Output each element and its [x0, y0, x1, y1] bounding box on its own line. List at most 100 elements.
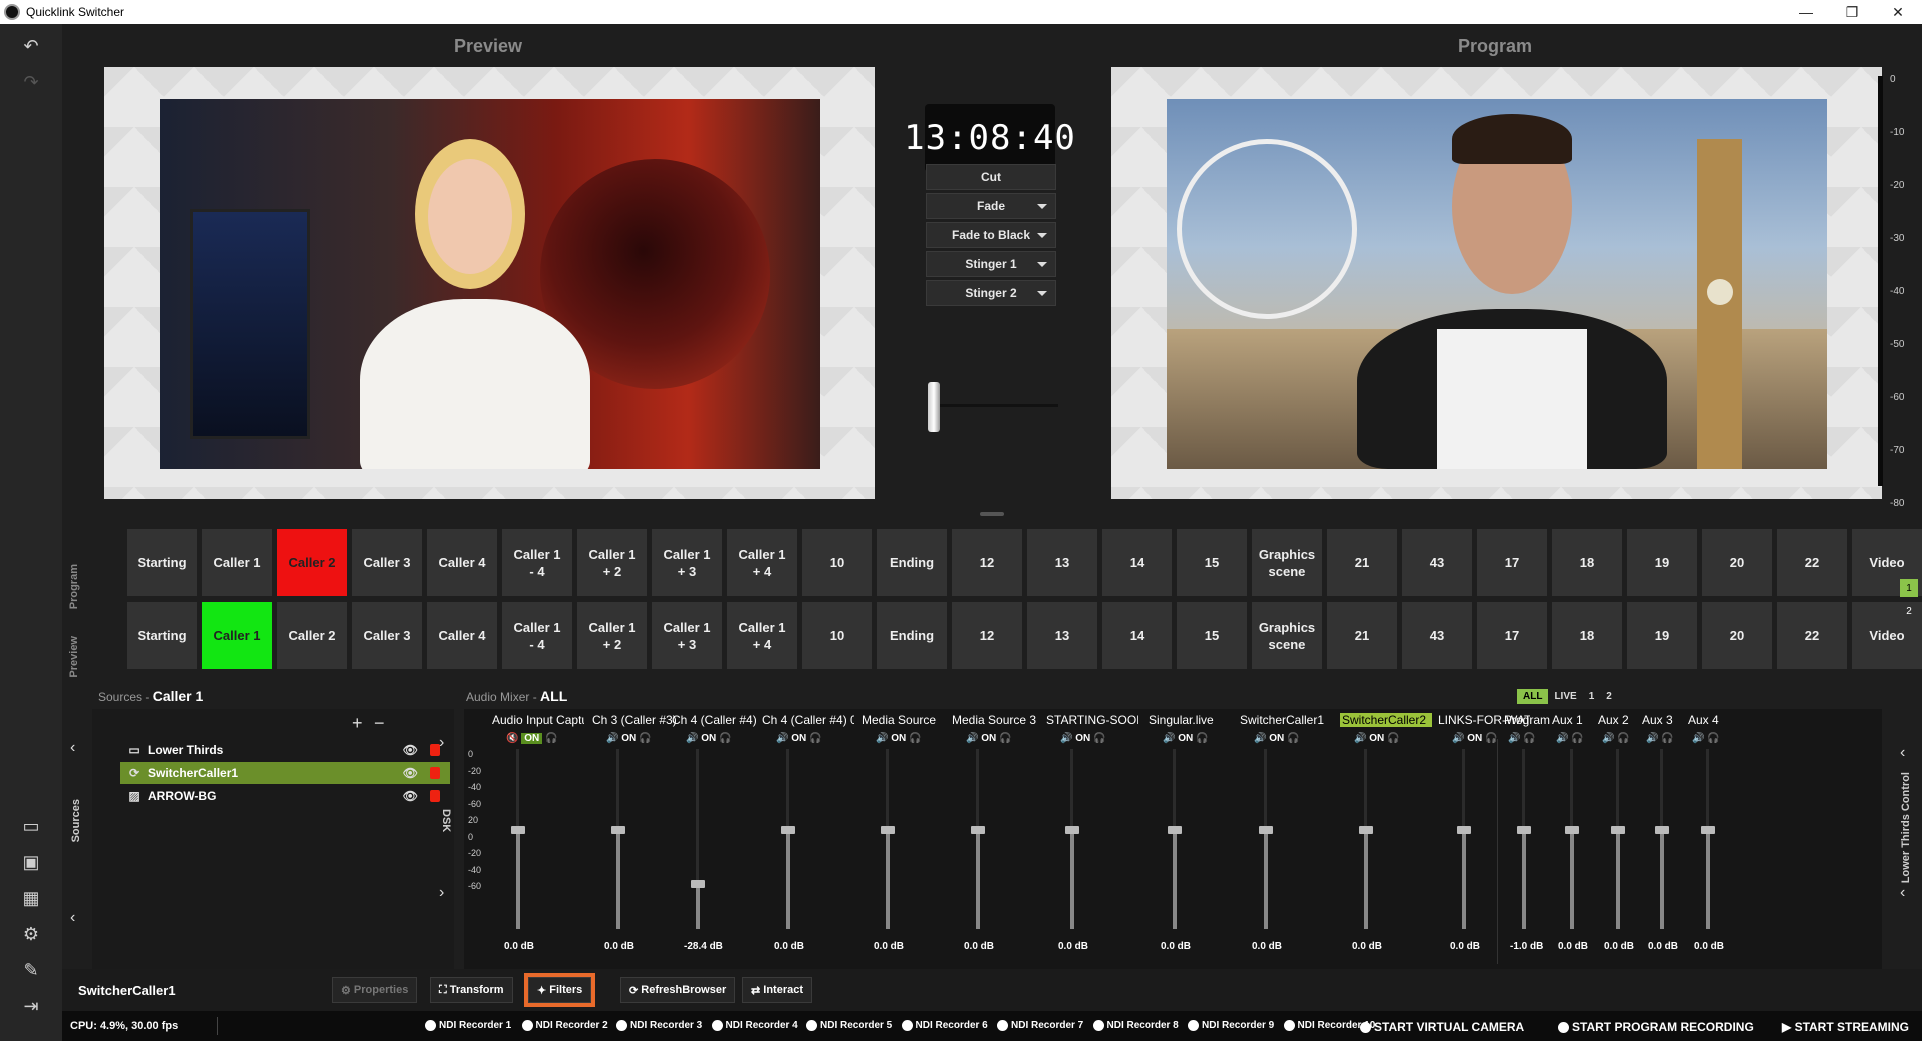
- program-scene-button[interactable]: 21: [1327, 529, 1397, 596]
- lock-icon[interactable]: [430, 767, 440, 779]
- speaker-icon[interactable]: 🔊: [776, 733, 791, 744]
- preview-scene-button[interactable]: 12: [952, 602, 1022, 669]
- mixer-tab-1[interactable]: 1: [1583, 689, 1601, 704]
- speaker-icon[interactable]: 🔊 🎧: [1602, 733, 1630, 744]
- chevron-down-icon[interactable]: [1037, 262, 1047, 267]
- page-2-button[interactable]: 2: [1900, 602, 1918, 620]
- preview-scene-button[interactable]: Starting: [127, 602, 197, 669]
- speaker-icon[interactable]: 🔊: [1060, 733, 1075, 744]
- channel-on-toggle[interactable]: ON: [791, 733, 806, 744]
- filters-button[interactable]: ✦ Filters: [523, 973, 596, 1007]
- channel-on-toggle[interactable]: ON: [1178, 733, 1193, 744]
- preview-scene-button[interactable]: 15: [1177, 602, 1247, 669]
- preview-scene-button[interactable]: Caller 1 + 3: [652, 602, 722, 669]
- headphone-icon[interactable]: 🎧: [636, 733, 651, 744]
- preview-scene-button[interactable]: 43: [1402, 602, 1472, 669]
- lock-icon[interactable]: [430, 790, 440, 802]
- mixer-tab-2[interactable]: 2: [1600, 689, 1618, 704]
- speaker-icon[interactable]: 🔊 🎧: [1692, 733, 1720, 744]
- channel-on-toggle[interactable]: ON: [701, 733, 716, 744]
- chevron-right-icon[interactable]: ›: [439, 734, 444, 752]
- preview-scene-button[interactable]: 14: [1102, 602, 1172, 669]
- program-scene-button[interactable]: 20: [1702, 529, 1772, 596]
- speaker-icon[interactable]: 🔊 🎧: [1646, 733, 1674, 744]
- headphone-icon[interactable]: 🎧: [906, 733, 921, 744]
- source-item[interactable]: ▨ ARROW-BG 👁: [120, 785, 450, 807]
- chevron-down-icon[interactable]: [1037, 204, 1047, 209]
- close-button[interactable]: ✕: [1875, 0, 1921, 24]
- add-source-icon[interactable]: +: [352, 713, 363, 734]
- fader-knob[interactable]: [1517, 826, 1531, 834]
- preview-scene-button[interactable]: Graphics scene: [1252, 602, 1322, 669]
- headphone-icon[interactable]: 🎧: [1482, 733, 1497, 744]
- remove-source-icon[interactable]: −: [374, 713, 385, 734]
- program-scene-button[interactable]: 12: [952, 529, 1022, 596]
- preview-scene-button[interactable]: 13: [1027, 602, 1097, 669]
- exit-icon[interactable]: ⇥: [19, 994, 43, 1018]
- channel-on-toggle[interactable]: ON: [891, 733, 906, 744]
- channel-on-toggle[interactable]: ON: [1369, 733, 1384, 744]
- start-streaming-button[interactable]: ▶ START STREAMING: [1782, 1020, 1909, 1034]
- fader-knob[interactable]: [1359, 826, 1373, 834]
- preview-scene-button[interactable]: Caller 2: [277, 602, 347, 669]
- program-scene-button[interactable]: Caller 1 + 2: [577, 529, 647, 596]
- program-scene-button[interactable]: 18: [1552, 529, 1622, 596]
- headphone-icon[interactable]: 🎧: [806, 733, 821, 744]
- fader-knob[interactable]: [1565, 826, 1579, 834]
- transition-4-button[interactable]: Stinger 2: [926, 280, 1056, 306]
- headphone-icon[interactable]: 🎧: [542, 733, 557, 744]
- headphone-icon[interactable]: 🎧: [1384, 733, 1399, 744]
- headphone-icon[interactable]: 🎧: [996, 733, 1011, 744]
- preview-scene-button[interactable]: Caller 1: [202, 602, 272, 669]
- fader-knob[interactable]: [691, 880, 705, 888]
- t-bar-handle[interactable]: [928, 382, 940, 432]
- fader-knob[interactable]: [1701, 826, 1715, 834]
- channel-on-toggle[interactable]: ON: [1467, 733, 1482, 744]
- monitor-icon[interactable]: ▭: [19, 814, 43, 838]
- fader-knob[interactable]: [611, 826, 625, 834]
- visibility-eye-icon[interactable]: 👁: [403, 743, 418, 757]
- ndi-recorder-button[interactable]: NDI Recorder 9: [1188, 1020, 1274, 1031]
- fader-knob[interactable]: [1168, 826, 1182, 834]
- mixer-tab-all[interactable]: ALL: [1517, 689, 1549, 704]
- preview-scene-button[interactable]: 20: [1702, 602, 1772, 669]
- program-scene-button[interactable]: Caller 1 + 3: [652, 529, 722, 596]
- program-scene-button[interactable]: Caller 2: [277, 529, 347, 596]
- speaker-icon[interactable]: 🔊: [606, 733, 621, 744]
- speaker-icon[interactable]: 🔊: [1354, 733, 1369, 744]
- speaker-icon[interactable]: 🔊: [686, 733, 701, 744]
- fader-knob[interactable]: [1065, 826, 1079, 834]
- program-scene-button[interactable]: Caller 4: [427, 529, 497, 596]
- transform-button[interactable]: ⛶ Transform: [430, 977, 513, 1003]
- program-scene-button[interactable]: 19: [1627, 529, 1697, 596]
- fader-knob[interactable]: [881, 826, 895, 834]
- headphone-icon[interactable]: 🎧: [1090, 733, 1105, 744]
- preview-scene-button[interactable]: 17: [1477, 602, 1547, 669]
- preview-scene-button[interactable]: Caller 1 + 2: [577, 602, 647, 669]
- program-scene-button[interactable]: 10: [802, 529, 872, 596]
- program-scene-button[interactable]: Starting: [127, 529, 197, 596]
- refresh-browser-button[interactable]: ⟳ RefreshBrowser: [620, 977, 736, 1003]
- start-virtual-camera-button[interactable]: START VIRTUAL CAMERA: [1360, 1020, 1524, 1034]
- properties-button[interactable]: ⚙ Properties: [332, 977, 418, 1003]
- ndi-recorder-button[interactable]: NDI Recorder 6: [901, 1020, 988, 1031]
- source-item[interactable]: ⟳ SwitcherCaller1 👁: [120, 762, 450, 784]
- preview-scene-button[interactable]: Caller 4: [427, 602, 497, 669]
- program-scene-button[interactable]: Caller 1 - 4: [502, 529, 572, 596]
- preview-scene-button[interactable]: Caller 3: [352, 602, 422, 669]
- speaker-icon[interactable]: 🔇: [506, 733, 521, 744]
- start-program-recording-button[interactable]: START PROGRAM RECORDING: [1558, 1020, 1754, 1034]
- split-handle[interactable]: [980, 512, 1004, 516]
- program-scene-button[interactable]: 14: [1102, 529, 1172, 596]
- program-scene-button[interactable]: Caller 1: [202, 529, 272, 596]
- headphone-icon[interactable]: 🎧: [716, 733, 731, 744]
- preview-scene-button[interactable]: Ending: [877, 602, 947, 669]
- transition-0-button[interactable]: Cut: [926, 164, 1056, 190]
- preview-monitor[interactable]: [104, 67, 875, 499]
- fader-knob[interactable]: [971, 826, 985, 834]
- program-scene-button[interactable]: 43: [1402, 529, 1472, 596]
- speaker-icon[interactable]: 🔊 🎧: [1508, 733, 1536, 744]
- program-monitor[interactable]: [1111, 67, 1882, 499]
- visibility-eye-icon[interactable]: 👁: [403, 766, 418, 780]
- transition-1-button[interactable]: Fade: [926, 193, 1056, 219]
